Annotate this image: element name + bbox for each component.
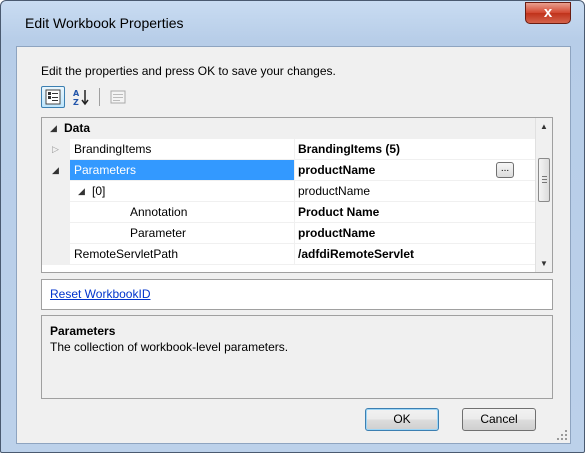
column-divider[interactable] xyxy=(294,202,295,223)
row-gutter xyxy=(42,244,70,265)
reset-workbook-id-link[interactable]: Reset WorkbookID xyxy=(50,287,150,301)
categorized-button[interactable] xyxy=(41,86,65,108)
alphabetical-button[interactable]: A Z xyxy=(69,86,93,108)
category-label: Data xyxy=(64,121,91,135)
instruction-text: Edit the properties and press OK to save… xyxy=(41,64,336,78)
grip-line xyxy=(542,179,547,180)
column-divider[interactable] xyxy=(294,244,295,265)
column-divider[interactable] xyxy=(294,223,295,244)
property-row-parameters[interactable]: ◢ Parameters productName ... xyxy=(42,160,536,181)
categorized-view-icon xyxy=(45,89,61,105)
property-name: RemoteServletPath xyxy=(74,247,179,261)
property-row-remoteservletpath[interactable]: RemoteServletPath /adfdiRemoteServlet xyxy=(42,244,536,265)
scroll-up-arrow-icon[interactable]: ▲ xyxy=(536,118,552,135)
resize-grip-icon[interactable] xyxy=(556,429,568,441)
window-title: Edit Workbook Properties xyxy=(25,15,184,31)
vertical-scrollbar[interactable]: ▲ ▼ xyxy=(535,118,552,272)
column-divider[interactable] xyxy=(294,139,295,160)
scrollbar-thumb[interactable] xyxy=(538,158,550,202)
description-title: Parameters xyxy=(50,324,116,338)
alphabetical-sort-icon: A Z xyxy=(73,89,89,106)
close-button[interactable]: x xyxy=(525,2,571,24)
property-name: BrandingItems xyxy=(74,142,152,156)
row-gutter xyxy=(42,223,70,244)
property-value[interactable]: productName xyxy=(298,226,375,240)
property-value[interactable]: productName xyxy=(298,184,370,198)
category-row-data[interactable]: ◢ Data xyxy=(42,118,536,139)
svg-text:Z: Z xyxy=(73,98,79,106)
property-value[interactable]: BrandingItems (5) xyxy=(298,142,400,156)
property-pages-icon xyxy=(110,90,126,104)
property-row-item-0[interactable]: ◢ [0] productName xyxy=(42,181,536,202)
property-row-annotation[interactable]: Annotation Product Name xyxy=(42,202,536,223)
property-name: Parameter xyxy=(130,226,187,240)
close-icon: x xyxy=(543,4,553,21)
scroll-down-arrow-icon[interactable]: ▼ xyxy=(536,255,552,272)
property-pages-button[interactable] xyxy=(106,86,130,108)
property-name: Parameters xyxy=(74,163,137,177)
property-toolbar: A Z xyxy=(41,85,130,109)
property-grid: ◢ Data ▷ BrandingItems BrandingItems (5)… xyxy=(41,117,553,273)
property-row-brandingitems[interactable]: ▷ BrandingItems BrandingItems (5) xyxy=(42,139,536,160)
row-separator xyxy=(70,264,536,265)
row-gutter xyxy=(42,181,70,202)
svg-text:A: A xyxy=(73,89,80,98)
column-divider[interactable] xyxy=(294,160,295,181)
collapse-icon[interactable]: ◢ xyxy=(50,123,57,134)
collection-editor-button[interactable]: ... xyxy=(496,162,514,178)
description-text: The collection of workbook-level paramet… xyxy=(50,340,289,354)
description-pane: Parameters The collection of workbook-le… xyxy=(41,315,553,399)
grip-line xyxy=(542,176,547,177)
dialog-window: Edit Workbook Properties x Edit the prop… xyxy=(0,0,585,453)
grip-line xyxy=(542,182,547,183)
ok-button[interactable]: OK xyxy=(365,408,439,431)
commands-pane: Reset WorkbookID xyxy=(41,279,553,310)
expand-icon[interactable]: ▷ xyxy=(52,144,59,155)
property-name: [0] xyxy=(92,184,106,198)
dialog-body: Edit the properties and press OK to save… xyxy=(16,46,571,444)
property-row-parameter[interactable]: Parameter productName xyxy=(42,223,536,244)
toolbar-separator xyxy=(99,88,100,106)
row-gutter xyxy=(42,202,70,223)
collapse-icon[interactable]: ◢ xyxy=(52,165,59,176)
property-value[interactable]: /adfdiRemoteServlet xyxy=(298,247,414,261)
collapse-icon[interactable]: ◢ xyxy=(78,186,85,197)
property-value[interactable]: Product Name xyxy=(298,205,379,219)
property-name: Annotation xyxy=(130,205,188,219)
column-divider[interactable] xyxy=(294,181,295,202)
property-value[interactable]: productName xyxy=(298,163,375,177)
cancel-button[interactable]: Cancel xyxy=(462,408,536,431)
